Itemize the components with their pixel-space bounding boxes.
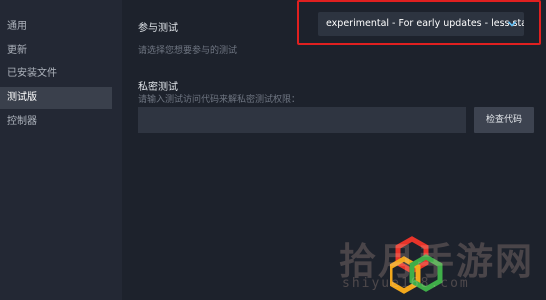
settings-sidebar: 通用 更新 已安装文件 测试版 控制器 [0, 0, 122, 300]
private-beta-description: 请输入测试访问代码来解私密测试权限： [138, 95, 301, 105]
beta-participation-title: 参与测试 [138, 23, 178, 34]
sidebar-item-updates[interactable]: 更新 [0, 40, 112, 62]
highlight-box [297, 0, 541, 45]
sidebar-item-betas[interactable]: 测试版 [0, 87, 112, 109]
sidebar-item-installed-files[interactable]: 已安装文件 [0, 63, 112, 85]
sidebar-item-controller[interactable]: 控制器 [0, 111, 112, 133]
check-code-button[interactable]: 检查代码 [474, 107, 534, 133]
beta-participation-description: 请选择您想要参与的测试 [138, 46, 238, 56]
beta-code-input[interactable] [138, 107, 466, 133]
private-beta-title: 私密测试 [138, 82, 178, 93]
main-panel: 参与测试 请选择您想要参与的测试 experimental - For earl… [122, 0, 546, 300]
sidebar-item-general[interactable]: 通用 [0, 16, 112, 38]
watermark-url: shiyue168.com [342, 276, 470, 291]
